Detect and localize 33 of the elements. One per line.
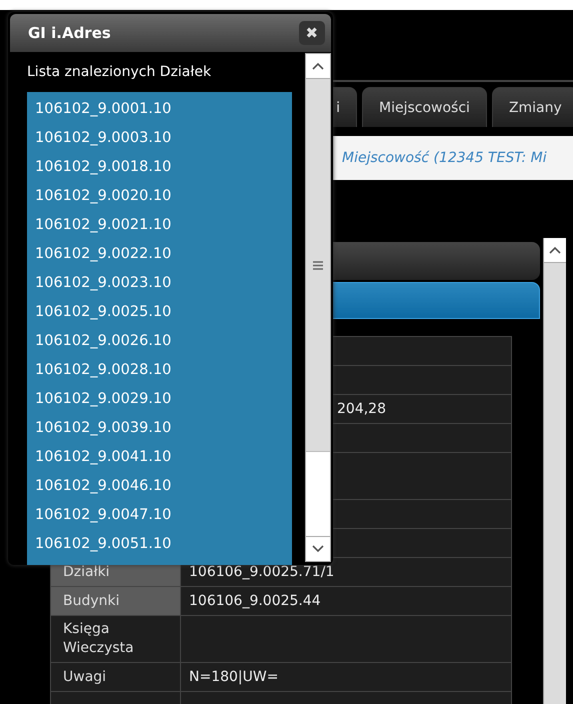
tab[interactable]: Miejscowości: [362, 87, 487, 127]
grip-icon: [313, 260, 323, 270]
scroll-thumb[interactable]: [306, 79, 330, 452]
row-value: 106106_9.0025.71/1: [188, 563, 336, 582]
dialog-title: GI i.Adres: [28, 24, 111, 42]
list-item[interactable]: 106102_9.0020.10: [27, 181, 292, 210]
tab[interactable]: Zmiany: [492, 87, 573, 127]
list-item[interactable]: 106102_9.0025.10: [27, 297, 292, 326]
row-label: Budynki: [51, 587, 181, 615]
list-item[interactable]: 106102_9.0003.10: [27, 123, 292, 152]
scroll-up-icon[interactable]: [312, 62, 324, 70]
scroll-down-icon[interactable]: [312, 545, 324, 553]
list-scrollbar[interactable]: [305, 53, 331, 562]
list-item[interactable]: 106102_9.0026.10: [27, 326, 292, 355]
list-item[interactable]: 106102_9.0018.10: [27, 152, 292, 181]
list-heading: Lista znalezionych Działek: [27, 64, 212, 80]
scrollbar[interactable]: [543, 238, 566, 704]
list-item[interactable]: 106102_9.0046.10: [27, 471, 292, 500]
list-item[interactable]: 106102_9.0047.10: [27, 500, 292, 529]
list-item[interactable]: 106102_9.0023.10: [27, 268, 292, 297]
row-value: 204,28: [336, 400, 387, 419]
row-value: N=180|UW=: [188, 668, 280, 687]
close-button[interactable]: ✖: [299, 21, 325, 45]
list-item[interactable]: 106102_9.0039.10: [27, 413, 292, 442]
list-item[interactable]: 106102_9.0021.10: [27, 210, 292, 239]
list-item[interactable]: 106102_9.0028.10: [27, 355, 292, 384]
list-item[interactable]: 106102_9.0022.10: [27, 239, 292, 268]
list-item[interactable]: 106102_9.0051.10: [27, 529, 292, 558]
scroll-up-icon[interactable]: [549, 246, 561, 254]
list-item[interactable]: 106102_9.0041.10: [27, 442, 292, 471]
list-item[interactable]: 106102_9.0001.10: [27, 94, 292, 123]
row-value: 106106_9.0025.44: [188, 592, 322, 611]
list-item[interactable]: 106102_9.0029.10: [27, 384, 292, 413]
